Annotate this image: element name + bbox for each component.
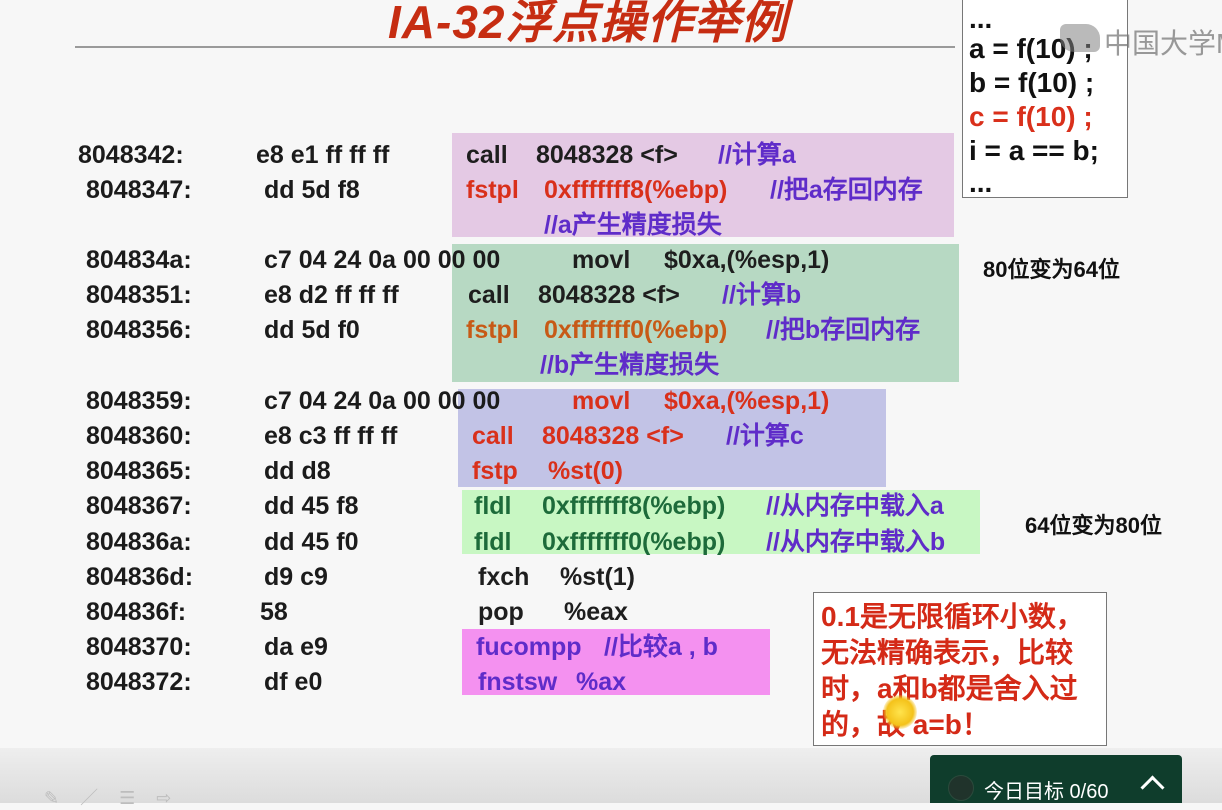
- explanation-line: 时，a和b都是舍入过: [821, 673, 1078, 704]
- row-opcode: fldl: [474, 528, 512, 556]
- row-opcode: movl: [572, 387, 631, 415]
- row-address: 8048370:: [86, 633, 192, 661]
- row-comment: //计算c: [726, 422, 804, 450]
- row-comment: //把b存回内存: [766, 316, 921, 344]
- row-machine-code: c7 04 24 0a 00 00 00: [264, 246, 501, 274]
- annotation-toolbar-icons[interactable]: ✎ ／ ☰ ⇨: [44, 784, 179, 810]
- watermark-text: 中国大学M: [1104, 28, 1222, 59]
- code-line: ...: [969, 3, 993, 34]
- row-opcode: fstp: [472, 457, 518, 485]
- row-opcode: call: [466, 141, 508, 169]
- row-opcode: pop: [478, 598, 524, 626]
- row-operand: 0xfffffff0(%ebp): [542, 528, 726, 556]
- title-rule: [75, 46, 955, 48]
- row-machine-code: e8 c3 ff ff ff: [264, 422, 398, 450]
- row-comment: //计算b: [722, 281, 802, 309]
- row-address: 804836f:: [86, 598, 187, 626]
- slide-title: IA-32浮点操作举例: [388, 0, 788, 48]
- row-machine-code: e8 e1 ff ff ff: [256, 141, 390, 169]
- row-operand: %ax: [576, 668, 627, 696]
- row-operand: %st(1): [560, 563, 636, 591]
- code-line: b = f(10) ;: [969, 67, 1095, 98]
- row-operand: 8048328 <f>: [536, 141, 678, 169]
- row-comment: //比较a , b: [604, 633, 718, 661]
- explanation-line: 0.1是无限循环小数，: [821, 601, 1084, 632]
- row-machine-code: df e0: [264, 668, 323, 696]
- row-comment: //b产生精度损失: [540, 351, 720, 379]
- row-machine-code: dd 45 f0: [264, 528, 359, 556]
- explanation-box: 0.1是无限循环小数， 无法精确表示，比较 时，a和b都是舍入过 的，故 a=b…: [813, 592, 1107, 746]
- row-operand: 0xfffffff8(%ebp): [542, 492, 726, 520]
- row-address: 8048359:: [86, 387, 192, 415]
- row-operand: 0xfffffff0(%ebp): [544, 316, 728, 344]
- row-opcode: fstpl: [466, 176, 519, 204]
- row-machine-code: 58: [260, 598, 288, 626]
- row-machine-code: d9 c9: [264, 563, 328, 591]
- row-address: 804834a:: [86, 246, 192, 274]
- row-address: 8048372:: [86, 668, 192, 696]
- watermark-logo-icon: [1060, 24, 1100, 52]
- row-comment: //计算a: [718, 141, 796, 169]
- daily-goal-label: 今日目标 0/60: [984, 781, 1109, 803]
- row-address: 8048351:: [86, 281, 192, 309]
- row-operand: 0xfffffff8(%ebp): [544, 176, 728, 204]
- row-opcode: call: [472, 422, 514, 450]
- row-operand: $0xa,(%esp,1): [664, 246, 830, 274]
- row-operand: %st(0): [548, 457, 624, 485]
- row-address: 804836a:: [86, 528, 192, 556]
- goal-progress-icon: [948, 775, 974, 801]
- row-opcode: fxch: [478, 563, 530, 591]
- chevron-up-icon[interactable]: [1140, 775, 1165, 800]
- row-opcode: fnstsw: [478, 668, 558, 696]
- daily-goal-widget[interactable]: 今日目标 0/60: [930, 755, 1182, 803]
- row-operand: $0xa,(%esp,1): [664, 387, 830, 415]
- watermark: 中国大学M: [1060, 20, 1222, 60]
- row-address: 8048365:: [86, 457, 192, 485]
- row-address: 804836d:: [86, 563, 194, 591]
- store-precision-note: 80位变为64位: [983, 257, 1120, 282]
- row-opcode: movl: [572, 246, 631, 274]
- pointer-highlight-icon: [883, 695, 917, 729]
- row-opcode: call: [468, 281, 510, 309]
- code-line: i = a == b;: [969, 135, 1099, 166]
- code-line: ...: [969, 167, 993, 198]
- row-address: 8048360:: [86, 422, 192, 450]
- code-line: c = f(10) ;: [969, 101, 1093, 132]
- row-address: 8048342:: [78, 141, 184, 169]
- row-machine-code: c7 04 24 0a 00 00 00: [264, 387, 501, 415]
- row-machine-code: da e9: [264, 633, 328, 661]
- row-operand: %eax: [564, 598, 628, 626]
- row-operand: 8048328 <f>: [538, 281, 680, 309]
- row-operand: 8048328 <f>: [542, 422, 684, 450]
- row-comment: //把a存回内存: [770, 176, 923, 204]
- row-opcode: fldl: [474, 492, 512, 520]
- row-comment: //a产生精度损失: [544, 211, 722, 239]
- row-machine-code: dd d8: [264, 457, 331, 485]
- row-opcode: fucompp: [476, 633, 582, 661]
- load-precision-note: 64位变为80位: [1025, 513, 1162, 538]
- row-machine-code: dd 5d f8: [264, 176, 360, 204]
- row-comment: //从内存中载入a: [766, 492, 944, 520]
- explanation-line: 无法精确表示，比较: [821, 637, 1074, 668]
- row-address: 8048347:: [86, 176, 192, 204]
- row-machine-code: dd 5d f0: [264, 316, 360, 344]
- row-comment: //从内存中载入b: [766, 528, 946, 556]
- row-machine-code: e8 d2 ff ff ff: [264, 281, 399, 309]
- row-machine-code: dd 45 f8: [264, 492, 359, 520]
- row-address: 8048356:: [86, 316, 192, 344]
- row-opcode: fstpl: [466, 316, 519, 344]
- row-address: 8048367:: [86, 492, 192, 520]
